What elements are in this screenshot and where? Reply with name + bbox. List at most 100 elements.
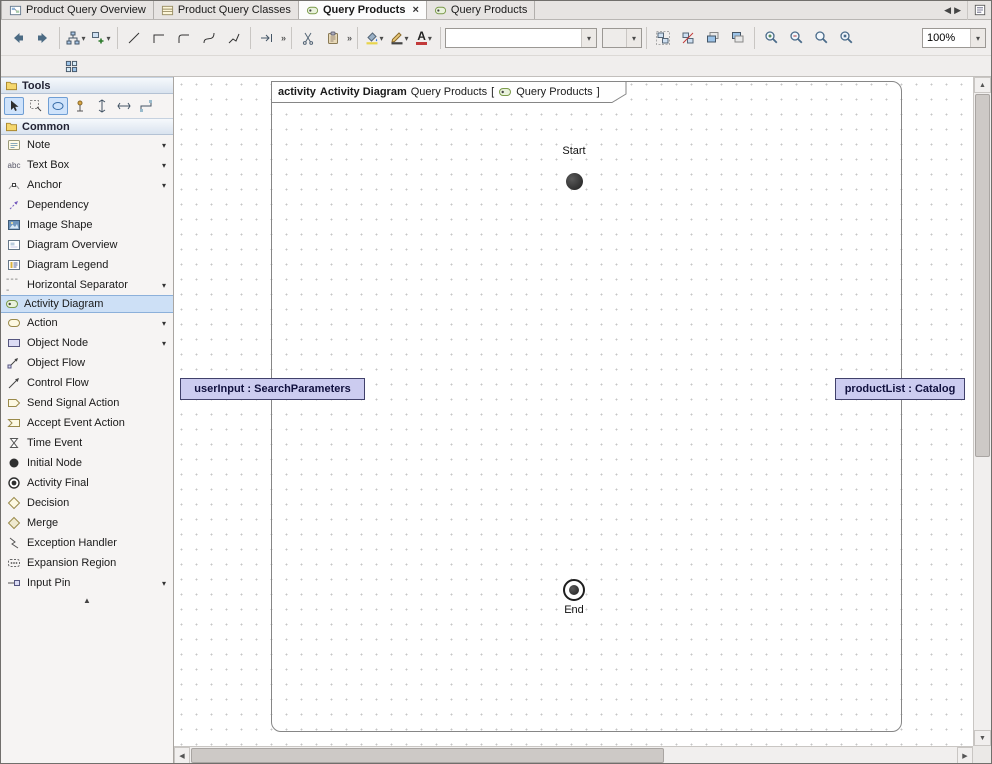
chevron-down-icon[interactable] [380,32,384,44]
chevron-down-icon[interactable] [970,29,985,47]
toolbar-overflow-icon[interactable]: » [281,33,286,43]
forward-icon[interactable] [31,26,55,50]
layout-icon[interactable] [64,26,88,50]
palette-header-common[interactable]: Common [1,118,173,135]
chevron-down-icon[interactable] [162,317,166,329]
zoom-level-input[interactable] [923,32,970,44]
palette-item-accept-event-action[interactable]: Accept Event Action [1,413,173,433]
scroll-right-icon[interactable]: ▶ [957,747,973,764]
chevron-down-icon[interactable] [626,29,641,47]
bring-to-front-icon[interactable] [701,26,725,50]
scroll-left-icon[interactable]: ◀ [174,747,190,764]
activity-frame-title[interactable]: activity Activity Diagram Query Products… [271,81,627,104]
diagram-canvas[interactable]: activity Activity Diagram Query Products… [174,77,973,746]
palette-item-expansion-region[interactable]: Expansion Region [1,553,173,573]
scroll-down-icon[interactable]: ▼ [974,730,991,746]
cut-icon[interactable] [296,26,320,50]
object-node-productlist[interactable]: productList : Catalog [835,378,965,400]
tab-scroll-left-icon[interactable]: ◀ [944,5,951,16]
palette-item-note[interactable]: Note [1,135,173,155]
palette-item-object-flow[interactable]: Object Flow [1,353,173,373]
connector-tool-icon[interactable] [136,97,156,115]
zoom-in-icon[interactable] [759,26,783,50]
sweeper-tool-icon[interactable] [26,97,46,115]
chevron-down-icon[interactable] [581,29,596,47]
chevron-down-icon[interactable] [106,32,110,44]
zoom-normal-icon[interactable] [809,26,833,50]
send-to-back-icon[interactable] [726,26,750,50]
font-color-icon[interactable]: A [412,26,436,50]
paste-icon[interactable] [321,26,345,50]
palette-item-text-box[interactable]: abc Text Box [1,155,173,175]
palette-item-activity-final[interactable]: Activity Final [1,473,173,493]
zoom-fit-icon[interactable] [834,26,858,50]
tab-list-icon[interactable] [974,4,986,16]
pointer-tool-icon[interactable] [4,97,24,115]
horizontal-scrollbar[interactable]: ◀ ▶ [174,746,973,764]
palette-item-diagram-overview[interactable]: Diagram Overview [1,235,173,255]
palette-item-anchor[interactable]: Anchor [1,175,173,195]
hand-tool-icon[interactable] [70,97,90,115]
palette-item-action[interactable]: Action [1,313,173,333]
tab-query-products-active[interactable]: Query Products × [299,1,427,19]
ungroup-icon[interactable] [676,26,700,50]
palette-item-exception-handler[interactable]: Exception Handler [1,533,173,553]
tab-scroll-right-icon[interactable]: ▶ [954,5,961,16]
close-icon[interactable]: × [412,5,418,16]
line-straight-icon[interactable] [122,26,146,50]
palette-item-time-event[interactable]: Time Event [1,433,173,453]
line-curve-icon[interactable] [197,26,221,50]
magnet-tool-icon[interactable] [48,97,68,115]
diagram-name-combo[interactable] [445,28,597,48]
secondary-combo-input[interactable] [603,32,626,44]
chevron-down-icon[interactable] [162,337,166,349]
align-icon[interactable] [255,26,279,50]
align-vertical-tool-icon[interactable] [92,97,112,115]
chevron-down-icon[interactable] [428,32,432,44]
palette-header-tools[interactable]: Tools [1,77,173,94]
align-horizontal-tool-icon[interactable] [114,97,134,115]
line-rounded-icon[interactable] [172,26,196,50]
group-icon[interactable] [651,26,675,50]
horizontal-scroll-thumb[interactable] [191,748,664,763]
line-rectilinear-icon[interactable] [147,26,171,50]
chevron-down-icon[interactable] [81,32,85,44]
palette-item-input-pin[interactable]: Input Pin [1,573,173,593]
back-icon[interactable] [6,26,30,50]
palette-scroll-up-icon[interactable]: ▲ [1,593,173,608]
activity-final-node[interactable] [563,579,585,601]
scroll-up-icon[interactable]: ▲ [974,77,991,93]
palette-item-decision[interactable]: Decision [1,493,173,513]
chevron-down-icon[interactable] [162,159,166,171]
chevron-down-icon[interactable] [162,179,166,191]
line-color-icon[interactable] [387,26,411,50]
diagram-name-input[interactable] [446,32,581,44]
add-shape-icon[interactable] [89,26,113,50]
chevron-down-icon[interactable] [405,32,409,44]
line-oblique-icon[interactable] [222,26,246,50]
palette-item-merge[interactable]: Merge [1,513,173,533]
palette-item-image-shape[interactable]: Image Shape [1,215,173,235]
object-node-userinput[interactable]: userInput : SearchParameters [180,378,365,400]
chevron-down-icon[interactable] [162,577,166,589]
palette-item-control-flow[interactable]: Control Flow [1,373,173,393]
zoom-level-combo[interactable] [922,28,986,48]
activity-frame[interactable]: activity Activity Diagram Query Products… [271,81,902,732]
zoom-out-icon[interactable] [784,26,808,50]
fill-color-icon[interactable] [362,26,386,50]
palette-item-send-signal-action[interactable]: Send Signal Action [1,393,173,413]
chevron-down-icon[interactable] [162,139,166,151]
palette-item-diagram-legend[interactable]: Diagram Legend [1,255,173,275]
secondary-combo[interactable] [602,28,642,48]
palette-item-horizontal-separator[interactable]: ---- Horizontal Separator [1,275,173,295]
palette-item-initial-node[interactable]: Initial Node [1,453,173,473]
tab-product-query-classes[interactable]: Product Query Classes [154,1,299,19]
chevron-down-icon[interactable] [162,279,166,291]
palette-header-activity-diagram[interactable]: Activity Diagram [1,295,173,313]
tab-query-products-2[interactable]: Query Products [427,1,535,19]
palette-item-dependency[interactable]: Dependency [1,195,173,215]
tab-product-query-overview[interactable]: Product Query Overview [1,1,154,19]
toolbar-overflow-icon[interactable]: » [347,33,352,43]
palette-item-object-node[interactable]: Object Node [1,333,173,353]
vertical-scroll-thumb[interactable] [975,94,990,457]
